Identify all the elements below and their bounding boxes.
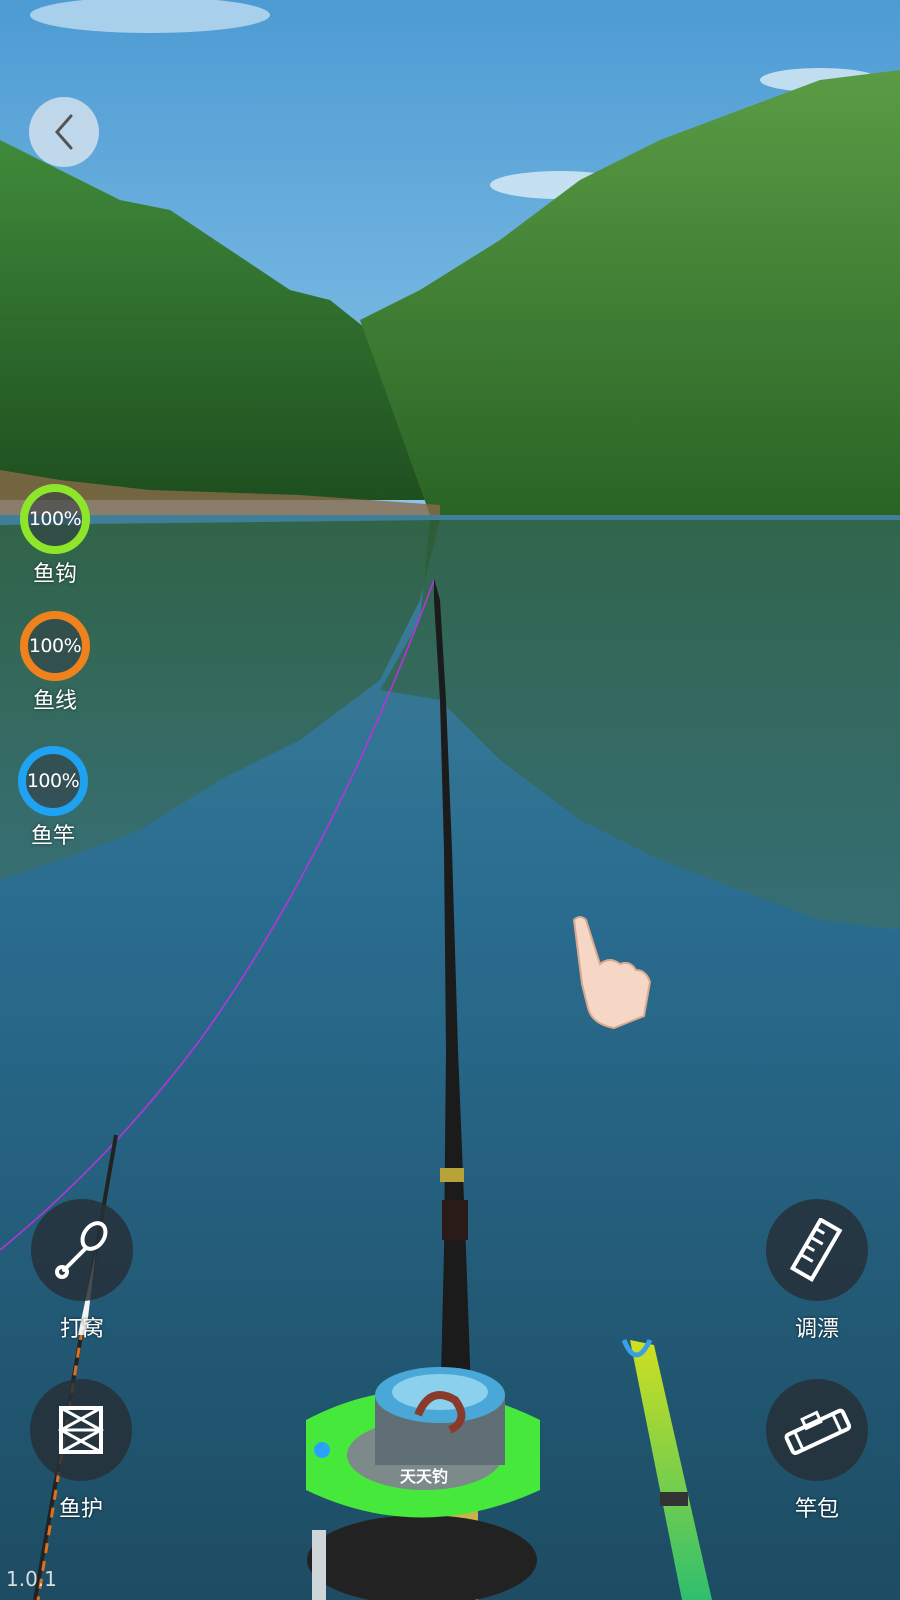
fish-net-action[interactable]: 鱼护 [26,1379,136,1523]
rod-bag-button[interactable] [766,1379,868,1481]
fish-net-button[interactable] [30,1379,132,1481]
hook-durability-ring: 100% [20,484,90,554]
rod-bag-label: 竿包 [794,1497,839,1522]
rod-label: 鱼竿 [30,824,75,849]
rod-durability-gauge: 100% 鱼竿 [11,746,95,850]
chum-spoon-icon [55,1221,108,1279]
hook-label: 鱼钩 [32,562,77,587]
adjust-float-button[interactable] [766,1199,868,1301]
line-durability-percent: 100% [28,635,82,657]
rod-bag-icon [784,1408,852,1455]
hook-durability-percent: 100% [28,508,82,530]
line-durability-gauge: 100% 鱼线 [13,611,97,715]
chevron-left-icon [55,114,73,150]
rod-durability-percent: 100% [26,770,80,792]
rod-bag-action[interactable]: 竿包 [762,1379,872,1523]
line-label: 鱼线 [32,689,77,714]
rod-durability-ring: 100% [18,746,88,816]
fishing-scene: 天天钓 [0,0,900,1600]
adjust-float-action[interactable]: 调漂 [762,1199,872,1343]
hook-durability-gauge: 100% 鱼钩 [13,484,97,588]
bait-box-label: 天天钓 [400,1467,448,1486]
fish-net-label: 鱼护 [58,1497,103,1522]
line-durability-ring: 100% [20,611,90,681]
fish-net-icon [57,1406,105,1454]
chum-button[interactable] [31,1199,133,1301]
ruler-icon [789,1218,843,1282]
version-number: 1.0.1 [6,1567,57,1591]
back-button[interactable] [29,97,99,167]
chum-action[interactable]: 打窝 [27,1199,137,1343]
adjust-float-label: 调漂 [794,1317,839,1342]
chum-label: 打窝 [59,1317,104,1342]
